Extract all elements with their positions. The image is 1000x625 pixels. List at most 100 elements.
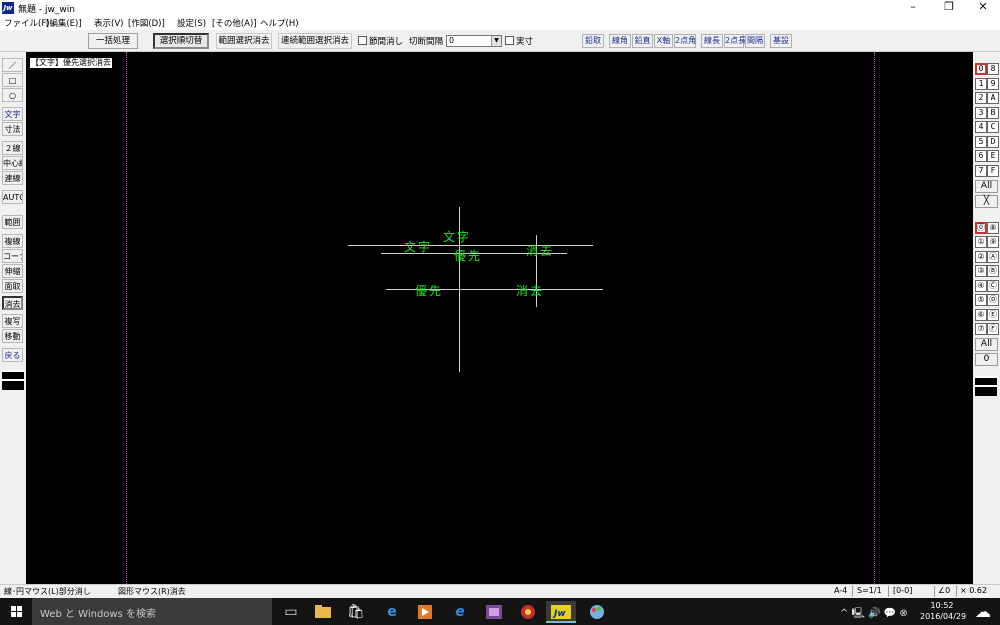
drawing-canvas[interactable]: 【文字】優先選択消去 文字 文字 優先 消去 優先 消去 (26, 52, 973, 584)
media-player-icon[interactable] (410, 601, 440, 623)
cut-interval-select[interactable]: 0 ▼ (446, 35, 502, 47)
bulk-process-button[interactable]: 一括処理 (88, 33, 138, 49)
tool-continuous-line[interactable]: 連線 (2, 171, 23, 185)
layer-a[interactable]: A (987, 92, 999, 104)
layer-0[interactable]: 0 (975, 63, 987, 75)
layer-group-b[interactable]: Ⓑ (987, 265, 999, 277)
tool-center-line[interactable]: 中心線 (2, 156, 23, 170)
toolbar-btn-2pt-angle[interactable]: 2点角 (674, 34, 696, 48)
layer-group-9[interactable]: ⑨ (987, 236, 999, 248)
layer-4[interactable]: 4 (975, 121, 987, 133)
menu-view[interactable]: 表示(V) (94, 17, 123, 29)
layer-cross-button[interactable]: ╳ (975, 195, 998, 208)
toolbar-btn-line-length[interactable]: 線長 (701, 34, 723, 48)
layer-3[interactable]: 3 (975, 107, 987, 119)
layer-1[interactable]: 1 (975, 78, 987, 90)
menu-edit[interactable]: [編集(E)] (46, 17, 82, 29)
maximize-button[interactable]: ❐ (932, 0, 966, 16)
tool-erase[interactable]: 消去 (2, 296, 23, 310)
layer-all-button[interactable]: All (975, 180, 998, 193)
menu-settings[interactable]: 設定(S) (177, 17, 206, 29)
layer-6[interactable]: 6 (975, 150, 987, 162)
line-h1[interactable] (348, 245, 593, 246)
toolbar-btn-enkaku[interactable]: 鉛取 (582, 34, 604, 48)
layer-group-0[interactable]: ⓪ (975, 222, 987, 234)
toolbar-btn-2pt-length[interactable]: 2点長 (724, 34, 746, 48)
tool-corner[interactable]: コーナー (2, 249, 23, 263)
tool-chamfer[interactable]: 面取 (2, 279, 23, 293)
layer-e[interactable]: E (987, 150, 999, 162)
layer-2[interactable]: 2 (975, 92, 987, 104)
paint-app-icon[interactable] (582, 601, 612, 623)
tool-copy[interactable]: 複写 (2, 314, 23, 328)
layer-b[interactable]: B (987, 107, 999, 119)
layer-group-8[interactable]: ⑧ (987, 222, 999, 234)
tool-range[interactable]: 範囲 (2, 215, 23, 229)
tool-offset[interactable]: 複線 (2, 234, 23, 248)
edge-browser-icon[interactable]: e (377, 601, 407, 623)
menu-help[interactable]: ヘルプ(H) (260, 17, 299, 29)
layer-group-d[interactable]: Ⓓ (987, 294, 999, 306)
layer-f[interactable]: F (987, 165, 999, 177)
layer-group-zero-button[interactable]: 0 (975, 353, 998, 366)
layer-group-6[interactable]: ⑥ (975, 309, 987, 321)
canvas-text-2[interactable]: 文字 (404, 241, 432, 254)
layer-group-c[interactable]: Ⓒ (987, 280, 999, 292)
select-order-toggle-button[interactable]: 選択順切替 (153, 33, 209, 49)
windows-start-button[interactable] (0, 598, 32, 625)
app-icon-1[interactable] (479, 601, 509, 623)
ie-browser-icon[interactable]: e (445, 601, 475, 623)
tool-circle[interactable]: ○ (2, 88, 23, 102)
status-zoom[interactable]: × 0.62 (960, 586, 987, 595)
toolbar-btn-vertical[interactable]: 鉛直 (632, 34, 653, 48)
range-select-clear-button[interactable]: 範囲選択消去 (216, 33, 272, 49)
layer-c[interactable]: C (987, 121, 999, 133)
jw-cad-taskbar-icon[interactable]: Jw (546, 601, 576, 623)
tool-dimension[interactable]: 寸法 (2, 122, 23, 136)
layer-group-1[interactable]: ① (975, 236, 987, 248)
toolbar-btn-line-angle[interactable]: 線角 (609, 34, 631, 48)
layer-5[interactable]: 5 (975, 136, 987, 148)
layer-9[interactable]: 9 (987, 78, 999, 90)
layer-8[interactable]: 8 (987, 63, 999, 75)
layer-group-3[interactable]: ③ (975, 265, 987, 277)
canvas-text-1[interactable]: 文字 (443, 231, 471, 244)
layer-group-7[interactable]: ⑦ (975, 323, 987, 335)
toolbar-btn-interval[interactable]: 間隔 (745, 34, 765, 48)
node-erase-checkbox[interactable] (358, 36, 367, 45)
file-explorer-icon[interactable] (308, 601, 338, 623)
canvas-text-5[interactable]: 優先 (415, 285, 443, 298)
menu-other[interactable]: [その他(A)] (212, 17, 257, 29)
continuous-range-clear-button[interactable]: 連続範囲選択消去 (278, 33, 352, 49)
layer-group-a[interactable]: Ⓐ (987, 251, 999, 263)
status-layer[interactable]: [0-0] (893, 586, 912, 595)
canvas-text-3[interactable]: 優先 (454, 250, 482, 263)
layer-group-f[interactable]: Ⓕ (987, 323, 999, 335)
notification-icon[interactable]: ☁ (968, 601, 998, 623)
close-button[interactable]: ✕ (966, 0, 1000, 16)
layer-group-5[interactable]: ⑤ (975, 294, 987, 306)
layer-7[interactable]: 7 (975, 165, 987, 177)
layer-group-all-button[interactable]: All (975, 338, 998, 351)
canvas-text-4[interactable]: 消去 (526, 245, 554, 258)
menu-draw[interactable]: [作図(D)] (128, 17, 165, 29)
system-tray-icons[interactable]: ^ 🖳 🔊 💬 ⊗ (840, 606, 908, 623)
toolbar-btn-x-axis[interactable]: X軸 (654, 34, 673, 48)
layer-group-2[interactable]: ② (975, 251, 987, 263)
tool-rectangle[interactable]: □ (2, 73, 23, 87)
taskbar-search-box[interactable]: Web と Windows を検索 (32, 598, 272, 625)
status-angle[interactable]: ∠0 (938, 586, 950, 595)
task-view-icon[interactable]: ▭ (276, 601, 306, 623)
layer-d[interactable]: D (987, 136, 999, 148)
status-scale[interactable]: S=1/1 (857, 586, 882, 595)
tool-auto[interactable]: AUTO (2, 190, 23, 204)
menu-file[interactable]: ファイル(F) (4, 17, 50, 29)
actual-size-checkbox[interactable] (505, 36, 514, 45)
chevron-down-icon[interactable]: ▼ (491, 36, 501, 46)
tool-text[interactable]: 文字 (2, 107, 23, 121)
tool-line[interactable]: ／ (2, 58, 23, 72)
layer-group-e[interactable]: Ⓔ (987, 309, 999, 321)
app-icon-2[interactable] (513, 601, 543, 623)
tool-stretch[interactable]: 伸縮 (2, 264, 23, 278)
layer-group-4[interactable]: ④ (975, 280, 987, 292)
